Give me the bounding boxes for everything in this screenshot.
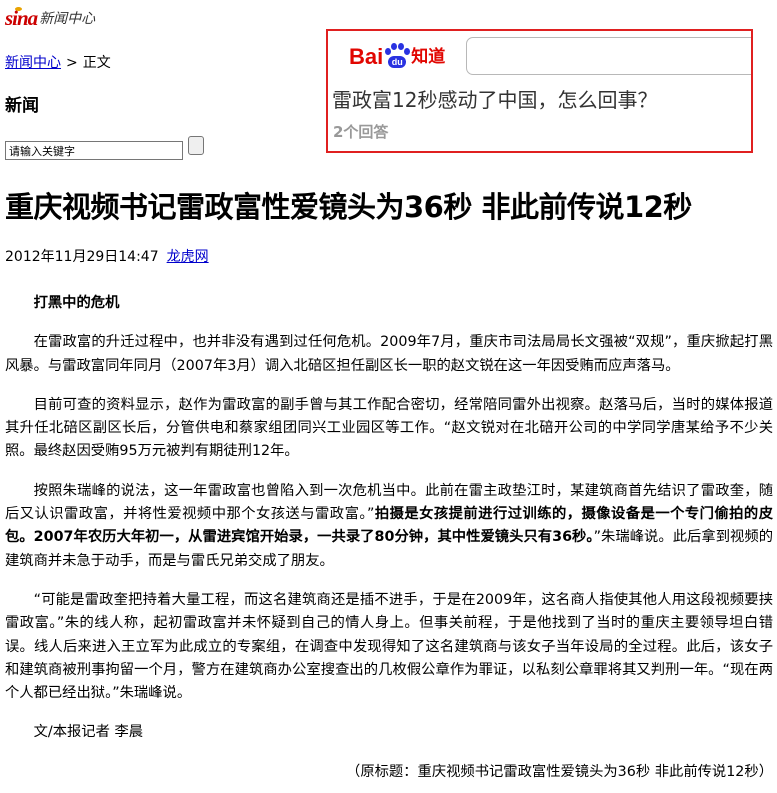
search-input[interactable] bbox=[5, 141, 183, 160]
sina-logo-text: sina bbox=[5, 6, 38, 30]
sina-eye-icon bbox=[15, 7, 22, 11]
breadcrumb: 新闻中心 > 正文 bbox=[5, 54, 111, 72]
article-source-link[interactable]: 龙虎网 bbox=[167, 249, 209, 265]
article-headline: 重庆视频书记雷政富性爱镜头为36秒 非此前传说12秒 bbox=[5, 190, 692, 224]
section-title: 新闻 bbox=[5, 96, 39, 116]
article-subheading: 打黑中的危机 bbox=[33, 295, 120, 311]
baidu-zhidao-ad[interactable]: Bai du 知道 雷政富12秒感动了中国，怎么回事？ 2个回答 bbox=[326, 29, 753, 153]
baidu-paw-icon: du bbox=[384, 43, 411, 70]
article-original-title: （原标题：重庆视频书记雷政富性爱镜头为36秒 非此前传说12秒） bbox=[346, 763, 773, 780]
baidu-search-box[interactable] bbox=[466, 37, 751, 75]
breadcrumb-separator: > bbox=[66, 55, 78, 71]
article-meta: 2012年11月29日14:47 龙虎网 bbox=[5, 248, 209, 266]
article-byline: 文/本报记者 李晨 bbox=[33, 724, 144, 741]
baidu-logo-text: Bai bbox=[349, 43, 384, 69]
article-paragraph-2: 目前可查的资料显示，赵作为雷政富的副手曾与其工作配合密切，经常陪同雷外出视察。赵… bbox=[5, 396, 773, 460]
zhidao-logo-text: 知道 bbox=[411, 46, 446, 67]
search-button[interactable] bbox=[188, 136, 204, 155]
sina-logo[interactable]: sina 新闻中心 bbox=[5, 6, 96, 30]
article-paragraph-4: “可能是雷政奎把持着大量工程，而这名建筑商还是插不进手，于是在2009年，这名商… bbox=[5, 591, 773, 702]
baidu-question-link[interactable]: 雷政富12秒感动了中国，怎么回事？ bbox=[332, 87, 657, 113]
article-paragraph-3: 按照朱瑞峰的说法，这一年雷政富也曾陷入到一次危机当中。此前在雷主政垫江时，某建筑… bbox=[5, 482, 773, 569]
baidu-zhidao-logo: Bai du 知道 bbox=[349, 43, 445, 70]
article-date: 2012年11月29日14:47 bbox=[5, 249, 159, 265]
article-paragraph-1: 在雷政富的升迁过程中，也并非没有遇到过任何危机。2009年7月，重庆市司法局局长… bbox=[5, 334, 773, 374]
baidu-paw-label: du bbox=[388, 56, 407, 68]
breadcrumb-home-link[interactable]: 新闻中心 bbox=[5, 55, 61, 71]
breadcrumb-current: 正文 bbox=[82, 55, 111, 71]
news-center-logo-text: 新闻中心 bbox=[39, 11, 96, 27]
baidu-answer-count: 2个回答 bbox=[333, 123, 389, 141]
article-body: 打黑中的危机 在雷政富的升迁过程中，也并非没有遇到过任何危机。2009年7月，重… bbox=[5, 292, 773, 784]
